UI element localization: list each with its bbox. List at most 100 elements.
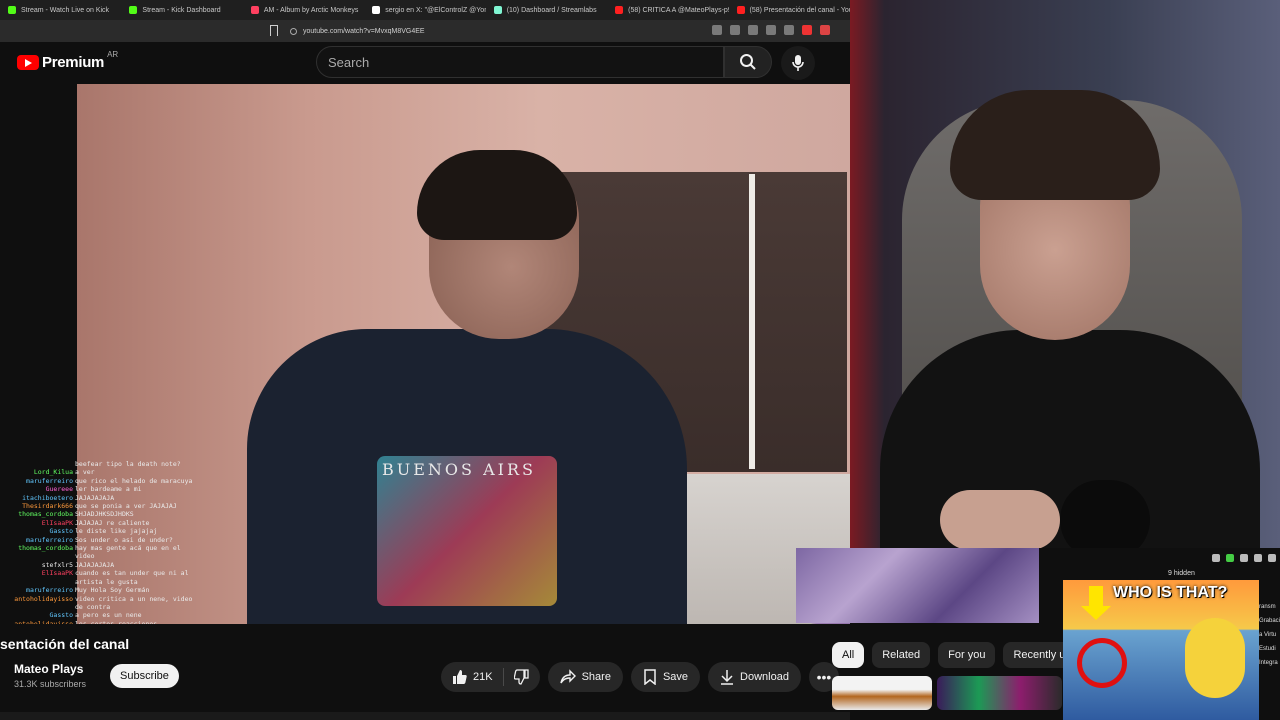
browser-tab[interactable]: (58) CRITICA A @MateoPlays-p9v | U [607, 0, 729, 20]
logo-text: Premium [42, 54, 105, 71]
thumbs-down-icon [513, 669, 529, 685]
chat-message: Gassto a pero es un nene [0, 611, 200, 619]
tab-favicon-icon [372, 6, 381, 14]
chat-message: maruferreiro que rico el helado de maracu… [0, 477, 200, 485]
volume-icon[interactable] [1268, 554, 1276, 562]
chat-username: Guereee [45, 485, 73, 494]
chat-message: Thesirdark666 que se ponia a ver JAJAJAJ [0, 502, 200, 510]
chat-username: thomas_cordoba [18, 510, 73, 519]
extension-icon[interactable] [802, 25, 812, 35]
chat-text: JAJAJAJAJA [75, 493, 115, 502]
search-button[interactable] [724, 46, 772, 78]
dislike-button[interactable] [504, 662, 540, 692]
download-label: Download [740, 671, 789, 683]
youtube-play-icon [17, 55, 39, 70]
browser-tab-strip: Stream - Watch Live on Kick Stream - Kick… [0, 0, 850, 20]
channel-name[interactable]: Mateo Plays [14, 662, 83, 676]
recommended-thumbnail[interactable] [937, 676, 1062, 710]
chat-username: Lord_Kilua [33, 468, 73, 477]
chat-text: video critica a un nene, video de contra [75, 594, 193, 611]
chat-text: que se ponia a ver JAJAJAJ [75, 502, 177, 511]
chat-text: que rico el helado de maracuya [75, 476, 193, 485]
search-input[interactable]: Search [316, 46, 724, 78]
chat-username: ElIsaaPK [41, 518, 73, 527]
chat-text: ler bardeame a mi [75, 485, 142, 494]
voice-search-button[interactable] [781, 46, 815, 80]
share-button[interactable]: Share [547, 662, 623, 692]
red-circle-graphic [1077, 638, 1127, 688]
mixer-icon[interactable] [1226, 554, 1234, 562]
video-title: sentación del canal [0, 636, 130, 652]
chat-message: antoholidayisso video critica a un nene, … [0, 595, 200, 612]
video-actions: 21K Share Save Download ••• [441, 662, 839, 692]
chat-username: Gassto [49, 527, 73, 536]
hidden-sources-count: 9 hidden [1168, 570, 1195, 577]
recommendation-chips: All Related For you Recently uplo [832, 642, 1091, 668]
chat-username [0, 460, 75, 468]
thumbnail-title: WHO IS THAT? [1113, 584, 1228, 601]
filter-chip[interactable]: For you [938, 642, 996, 668]
download-button[interactable]: Download [708, 662, 801, 692]
chat-text: JAJAJAJAJA [75, 560, 115, 569]
browser-tab[interactable]: AM - Album by Arctic Monkeys [243, 0, 364, 20]
search-placeholder: Search [328, 54, 370, 70]
chat-username: antoholidayisso [14, 594, 73, 603]
settings-icon[interactable] [1254, 554, 1262, 562]
obs-menu-item[interactable]: Estudi [1259, 642, 1280, 656]
filter-chip[interactable]: All [832, 642, 865, 668]
chat-text: JAJAJAJ re caliente [75, 518, 150, 527]
tab-favicon-icon [736, 6, 745, 14]
chat-text: Sos under o asi de under? [75, 535, 173, 544]
volume-icon[interactable] [1212, 554, 1220, 562]
chat-message: stefxlr5 JAJAJAJAJA [0, 561, 200, 569]
like-button[interactable]: 21K [441, 662, 503, 692]
chat-text: a ver [75, 468, 95, 477]
youtube-premium-logo[interactable]: Premium AR [17, 50, 118, 71]
chat-text: le diste like jajajaj [75, 527, 158, 536]
chat-message: Gassto le diste like jajajaj [0, 527, 200, 535]
chat-text: Muy Hola Soy Germán [75, 586, 150, 595]
who-is-that-thumbnail[interactable]: WHO IS THAT? [1063, 580, 1259, 720]
like-count: 21K [473, 671, 493, 683]
microphone-icon [792, 55, 804, 71]
obs-menu-item[interactable]: a Virtu [1259, 628, 1280, 642]
taskbar [0, 712, 850, 720]
site-info-icon[interactable] [290, 27, 297, 35]
star-icon[interactable] [784, 25, 794, 35]
browser-tab[interactable]: (10) Dashboard / Streamlabs [486, 0, 607, 20]
volume-icon[interactable] [1240, 554, 1248, 562]
video-person-hair [417, 150, 577, 240]
bookmark-icon[interactable] [270, 25, 278, 36]
address-bar[interactable]: youtube.com/watch?v=MvxqM8VG4EE [290, 23, 730, 39]
zoom-icon[interactable] [748, 25, 758, 35]
chat-username: maruferreiro [26, 535, 73, 544]
chat-text: hay mas gente acá que en el video [75, 544, 181, 561]
tab-title: (10) Dashboard / Streamlabs [506, 6, 597, 14]
chat-text: beefear tipo la death note? [75, 460, 181, 468]
tab-favicon-icon [129, 6, 138, 14]
chat-username: thomas_cordoba [18, 544, 73, 553]
browser-tab[interactable]: Stream - Watch Live on Kick [0, 0, 121, 20]
tab-title: (58) CRITICA A @MateoPlays-p9v | U [628, 6, 728, 14]
obs-menu-item[interactable]: ransm [1259, 600, 1280, 614]
subscribe-button[interactable]: Subscribe [110, 664, 179, 688]
brave-icon[interactable] [820, 25, 830, 35]
country-code: AR [107, 50, 119, 59]
screenshot-icon[interactable] [730, 25, 740, 35]
chat-message: maruferreiro Sos under o asi de under? [0, 536, 200, 544]
cartoon-character [1185, 618, 1245, 698]
browser-tab[interactable]: Stream - Kick Dashboard [121, 0, 242, 20]
chat-username: maruferreiro [26, 476, 73, 485]
save-button[interactable]: Save [630, 662, 701, 692]
browser-tab[interactable]: (58) Presentación del canal - YouTube [729, 0, 850, 20]
obs-menu-item[interactable]: Grabaci [1259, 614, 1280, 628]
obs-menu-item[interactable]: Integra [1259, 656, 1280, 670]
video-info-bar: sentación del canal Mateo Plays 31.3K su… [0, 624, 850, 720]
share-page-icon[interactable] [766, 25, 776, 35]
tab-favicon-icon [493, 6, 502, 14]
obs-audio-controls [1160, 550, 1280, 566]
translate-icon[interactable] [712, 25, 722, 35]
browser-tab[interactable]: sergio en X: "@ElControlZ @Yonnales [364, 0, 486, 20]
filter-chip[interactable]: Related [872, 642, 931, 668]
recommended-thumbnail[interactable] [832, 676, 932, 710]
